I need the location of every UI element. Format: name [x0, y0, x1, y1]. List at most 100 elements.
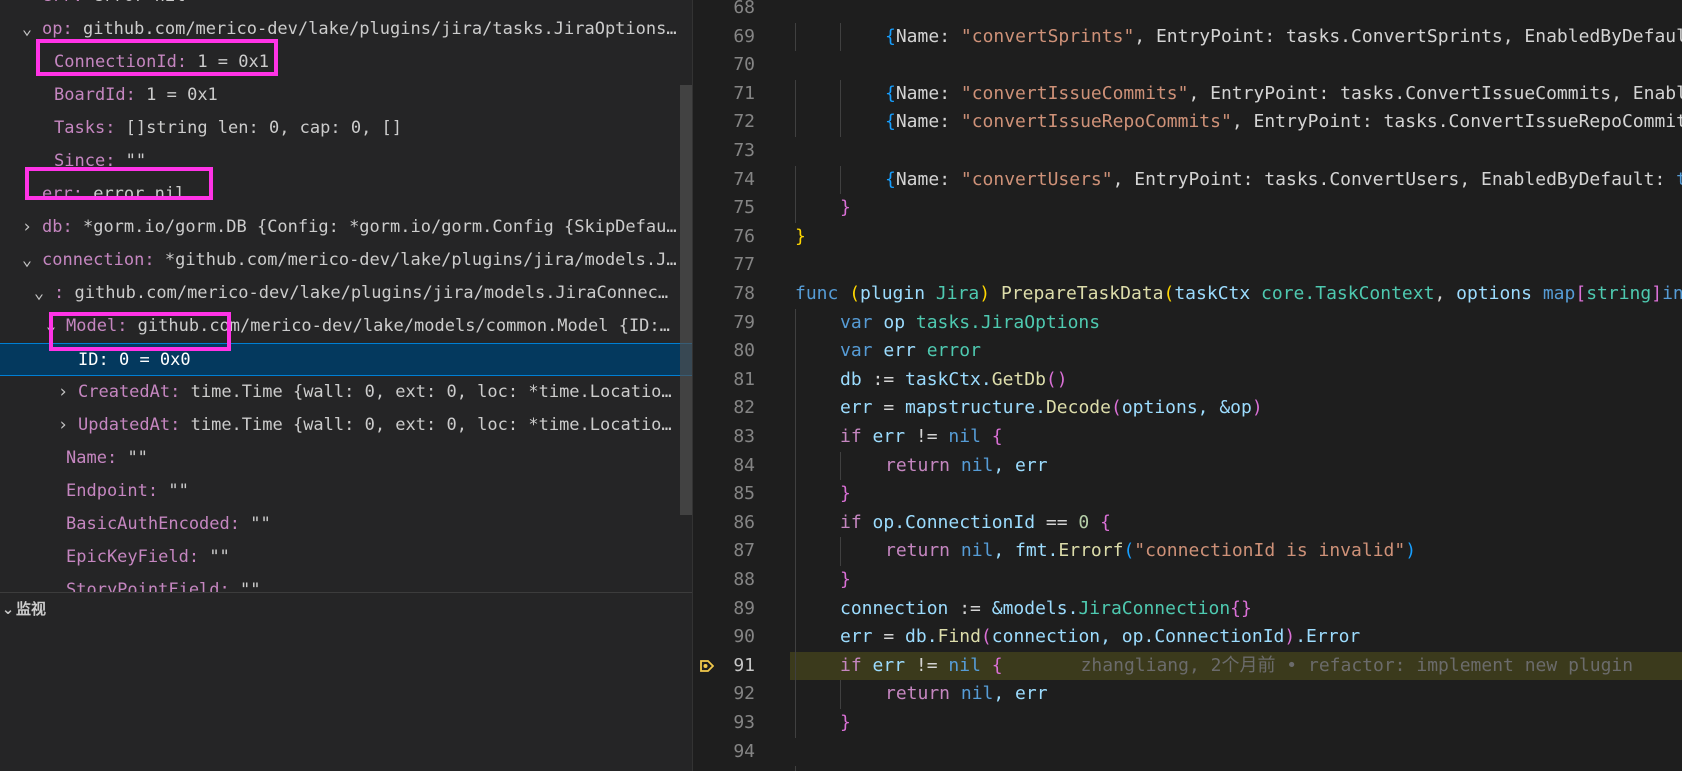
debug-sidebar: err: error nil ⌄ op: github.com/merico-dev… [0, 0, 692, 771]
code-line[interactable]: 82 err = mapstructure.Decode(options, &op… [693, 394, 1682, 423]
breakpoint-paused-icon[interactable] [700, 659, 714, 673]
code-token: Name [895, 25, 940, 47]
code-token: connection, op.ConnectionId [991, 626, 1285, 648]
code-line[interactable]: 69 {Name: "convertSprints", EntryPoint: t… [693, 22, 1682, 52]
variable-row[interactable]: › db: *gorm.io/gorm.DB {Config: *gorm.io/… [0, 211, 692, 244]
line-number[interactable]: 69 [693, 23, 755, 52]
code-line[interactable]: 75} [693, 194, 1682, 223]
line-number[interactable]: 78 [693, 280, 755, 309]
line-number[interactable]: 93 [693, 709, 755, 738]
variable-name: ID [78, 350, 99, 370]
variables-scrollbar[interactable] [680, 85, 692, 515]
code-editor[interactable]: 68 69 {Name: "convertSprints", EntryPoint:… [693, 0, 1682, 771]
chevron-right-icon[interactable]: › [56, 376, 70, 409]
chevron-down-icon[interactable]: ⌄ [32, 277, 46, 310]
line-number[interactable]: 92 [693, 680, 755, 709]
code-line[interactable]: 89 connection := &models.JiraConnection{} [693, 594, 1682, 624]
code-line[interactable]: 79 var op tasks.JiraOptions [693, 308, 1682, 338]
code-line[interactable]: 94 [693, 738, 1682, 767]
line-number[interactable]: 70 [693, 51, 755, 80]
code-token: if [840, 426, 873, 447]
code-line[interactable]: 86 if op.ConnectionId == 0 { [693, 508, 1682, 538]
line-number[interactable]: 73 [693, 137, 755, 166]
indent-guide [795, 766, 796, 771]
variable-row[interactable]: BasicAuthEncoded: "" [0, 508, 692, 541]
chevron-down-icon[interactable]: ⌄ [20, 13, 34, 46]
variable-row[interactable]: Name: "" [0, 442, 692, 475]
code-line[interactable]: 90 err = db.Find(connection, op.Connectio… [693, 623, 1682, 652]
variable-row[interactable]: Endpoint: "" [0, 475, 692, 508]
indent-guide [795, 508, 796, 538]
line-number[interactable]: 84 [693, 452, 755, 481]
code-line[interactable]: 80 var err error [693, 337, 1682, 366]
code-line[interactable]: 83 if err != nil { [693, 423, 1682, 452]
variable-row[interactable]: › UpdatedAt: time.Time {wall: 0, ext: 0, … [0, 409, 692, 442]
code-line[interactable]: 91 if err != nil {zhangliang, 2个月前 • refa… [693, 651, 1682, 681]
line-number[interactable]: 80 [693, 337, 755, 366]
code-line[interactable]: 92 return nil, err [693, 680, 1682, 709]
code-line[interactable]: 74 {Name: "convertUsers", EntryPoint: tas… [693, 165, 1682, 195]
code-line[interactable]: 76} [693, 223, 1682, 252]
line-number[interactable]: 83 [693, 423, 755, 452]
code-line[interactable]: 73 [693, 137, 1682, 166]
code-token: { [1100, 511, 1111, 533]
line-number[interactable]: 81 [693, 366, 755, 395]
variable-row[interactable]: StoryPointField: "" [0, 574, 692, 592]
line-number[interactable]: 95 [693, 766, 755, 771]
line-number[interactable]: 68 [693, 0, 755, 23]
line-number[interactable]: 86 [693, 509, 755, 538]
code-line[interactable]: 84 return nil, err [693, 451, 1682, 481]
code-line[interactable]: 95 rand.Seed( [693, 766, 1682, 771]
line-number[interactable]: 77 [693, 251, 755, 280]
chevron-right-icon[interactable]: › [56, 409, 70, 442]
code-token: err [872, 654, 916, 676]
indent-guide [795, 108, 796, 137]
variable-text: connection: *github.com/merico-dev/lake/… [42, 244, 678, 277]
variable-row[interactable]: ⌄ connection: *github.com/merico-dev/lake… [0, 244, 692, 277]
code-line[interactable]: 71 {Name: "convertIssueCommits", EntryPoi… [693, 79, 1682, 109]
code-token: var [840, 311, 884, 333]
line-number[interactable]: 82 [693, 394, 755, 423]
chevron-right-icon[interactable]: › [20, 211, 34, 244]
line-number[interactable]: 90 [693, 623, 755, 652]
variable-row[interactable]: › CreatedAt: time.Time {wall: 0, ext: 0, … [0, 376, 692, 409]
line-number[interactable]: 72 [693, 108, 755, 137]
git-blame-annotation[interactable]: zhangliang, 2个月前 • refactor: implement n… [1081, 655, 1634, 676]
line-number[interactable]: 75 [693, 194, 755, 223]
code-token: ( [980, 626, 992, 648]
code-line[interactable]: 77 [693, 251, 1682, 280]
highlight-connectionid [36, 39, 278, 76]
variable-name: EpicKeyField [66, 547, 189, 567]
line-number[interactable]: 71 [693, 80, 755, 109]
variable-row[interactable]: EpicKeyField: "" [0, 541, 692, 574]
line-number[interactable]: 76 [693, 223, 755, 252]
code-line[interactable]: 81 db := taskCtx.GetDb() [693, 365, 1682, 395]
line-number[interactable]: 85 [693, 480, 755, 509]
variable-row[interactable]: ⌄: github.com/merico-dev/lake/plugins/ji… [0, 277, 692, 310]
indent-guide [795, 365, 796, 395]
code-line[interactable]: 88} [693, 566, 1682, 595]
code-token: "convertIssueCommits" [960, 82, 1189, 104]
line-number[interactable]: 94 [693, 738, 755, 767]
variable-text: : github.com/merico-dev/lake/plugins/jir… [54, 277, 678, 310]
watch-header[interactable]: ⌄ 监视 [0, 595, 46, 623]
line-number[interactable]: 88 [693, 566, 755, 595]
line-number[interactable]: 74 [693, 166, 755, 195]
line-number[interactable]: 79 [693, 309, 755, 338]
code-line[interactable]: 78 func (plugin Jira) PrepareTaskData(tas… [693, 280, 1682, 309]
code-token: { [885, 82, 896, 104]
variable-row[interactable]: err: error nil [0, 0, 692, 13]
line-number[interactable]: 89 [693, 595, 755, 624]
code-line[interactable]: 70 [693, 51, 1682, 80]
code-line[interactable]: 87 return nil, fmt.Errorf("connectionId i… [693, 537, 1682, 566]
code-line[interactable]: 85} [693, 480, 1682, 509]
code-line[interactable]: 72 {Name: "convertIssueRepoCommits", Entr… [693, 108, 1682, 137]
chevron-down-icon[interactable]: ⌄ [20, 244, 34, 277]
line-number[interactable]: 87 [693, 537, 755, 566]
variable-row[interactable]: BoardId: 1 = 0x1 [0, 79, 692, 112]
variable-name: UpdatedAt [78, 415, 171, 435]
variable-row[interactable]: Tasks: []string len: 0, cap: 0, [] [0, 112, 692, 145]
indent-guide [795, 709, 796, 738]
code-line[interactable]: 68 [693, 0, 1682, 23]
code-line[interactable]: 93} [693, 709, 1682, 738]
